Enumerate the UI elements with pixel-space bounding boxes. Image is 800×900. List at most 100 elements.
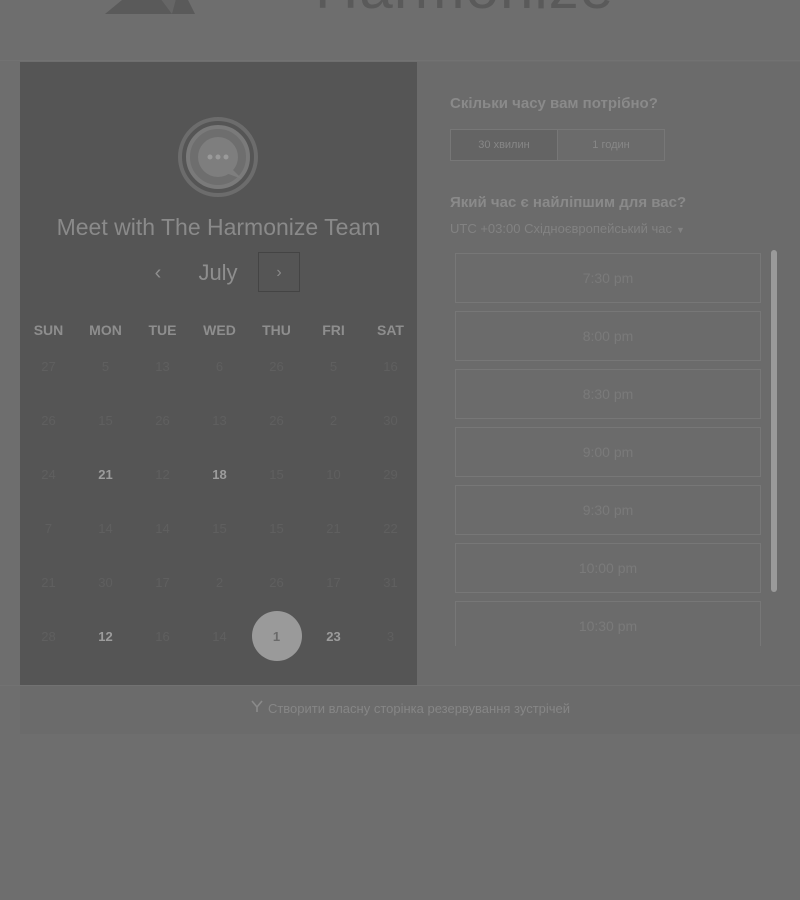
- calendar-day: 17: [134, 555, 191, 609]
- calendar-day: 24: [20, 447, 77, 501]
- calendar-day-number: 7: [44, 520, 53, 536]
- calendar-day: 3: [362, 609, 419, 663]
- calendar-day: 7: [20, 501, 77, 555]
- slot-list-scrollbar[interactable]: [771, 250, 777, 592]
- weekday-sun: SUN: [33, 322, 64, 338]
- calendar-day: 13: [134, 339, 191, 393]
- calendar-day-number: 26: [41, 412, 56, 428]
- time-slot-button[interactable]: 9:00 pm: [455, 427, 761, 477]
- calendar-day[interactable]: 18: [191, 447, 248, 501]
- calendar-day-number: 12: [155, 466, 170, 482]
- calendar-day-number: 13: [155, 358, 170, 374]
- logo-wordmark: Harmonize: [315, 0, 614, 18]
- calendar-day: 15: [191, 501, 248, 555]
- calendar-day: 26: [248, 555, 305, 609]
- calendar-day-number: 29: [383, 466, 398, 482]
- calendar-day-number: 16: [155, 628, 170, 644]
- calendar-day-number: 30: [98, 574, 113, 590]
- calendar-day-number: 2: [215, 574, 224, 590]
- calendar-day-number: 14: [155, 520, 170, 536]
- calendar-day: 2: [191, 555, 248, 609]
- calendar-day-number: 24: [41, 466, 56, 482]
- calendar-day[interactable]: 12: [77, 609, 134, 663]
- time-slot-button[interactable]: 10:30 pm: [455, 601, 761, 646]
- month-label: July: [198, 260, 238, 285]
- calendar-grid: 27 5 13 6 26 5 16 26 15 26 13 26 2 30 24 21 12 18 15 10 29 7 1…: [20, 339, 417, 663]
- calendar-day-number: 12: [98, 628, 113, 644]
- calendar-day: 29: [362, 447, 419, 501]
- calendar-day-number: 16: [383, 358, 398, 374]
- calendar-day-number: 18: [212, 466, 227, 482]
- calendar-day-selected[interactable]: 1: [248, 609, 305, 663]
- calendar-day-number: 13: [212, 412, 227, 428]
- calendar-day: 30: [362, 393, 419, 447]
- timezone-selector[interactable]: UTC +03:00 Східноєвропейський час ▼: [450, 221, 685, 236]
- calendar-day: 6: [191, 339, 248, 393]
- calendar-day-number: 10: [326, 466, 341, 482]
- time-slot-button[interactable]: 9:30 pm: [455, 485, 761, 535]
- calendar-day: 15: [77, 393, 134, 447]
- calendar-panel: Meet with The Harmonize Team ‹ July › SU…: [20, 62, 417, 685]
- calendar-day-number: 15: [269, 466, 284, 482]
- next-month-button[interactable]: ›: [258, 252, 300, 292]
- time-slot-button[interactable]: 8:30 pm: [455, 369, 761, 419]
- calendar-day[interactable]: 21: [77, 447, 134, 501]
- time-slot-button[interactable]: 10:00 pm: [455, 543, 761, 593]
- weekday-mon: MON: [89, 322, 122, 338]
- month-navigation: ‹ July ›: [20, 252, 417, 296]
- calendar-day-number: 15: [98, 412, 113, 428]
- calendar-day[interactable]: 23: [305, 609, 362, 663]
- calendar-day: 5: [77, 339, 134, 393]
- calendar-day: 14: [77, 501, 134, 555]
- calendar-day: 27: [20, 339, 77, 393]
- calendar-day-number: 3: [386, 628, 395, 644]
- time-slot-list: 7:30 pm 8:00 pm 8:30 pm 9:00 pm 9:30 pm 10:00…: [455, 253, 763, 646]
- prev-month-button[interactable]: ‹: [146, 252, 170, 294]
- weekday-thu: THU: [262, 322, 291, 338]
- timezone-label: UTC +03:00 Східноєвропейський час: [450, 221, 672, 236]
- weekday-tue: TUE: [148, 322, 177, 338]
- time-question: Який час є найліпшим для вас?: [450, 194, 687, 211]
- calendar-day: 14: [191, 609, 248, 663]
- calendar-day-number: 26: [155, 412, 170, 428]
- calendar-day: 21: [305, 501, 362, 555]
- calendar-day: 15: [248, 447, 305, 501]
- calendar-day-number: 14: [212, 628, 227, 644]
- time-slot-button[interactable]: 7:30 pm: [455, 253, 761, 303]
- create-page-link[interactable]: Створити власну сторінка резервування зу…: [20, 686, 800, 734]
- time-slot-button[interactable]: 8:00 pm: [455, 311, 761, 361]
- calendar-day-number: 6: [215, 358, 224, 374]
- calendar-day: 17: [305, 555, 362, 609]
- calendar-day: 26: [248, 393, 305, 447]
- calendar-day-number: 21: [98, 466, 113, 482]
- calendar-day: 16: [134, 609, 191, 663]
- duration-selector: 30 хвилин 1 годин: [450, 129, 665, 161]
- header-divider: [0, 60, 800, 61]
- weekday-sat: SAT: [377, 322, 404, 338]
- duration-option[interactable]: 1 годин: [557, 130, 664, 160]
- duration-option[interactable]: 30 хвилин: [451, 130, 557, 160]
- calendar-day: 26: [134, 393, 191, 447]
- calendar-day-number: 22: [383, 520, 398, 536]
- calendar-day-number: 31: [383, 574, 398, 590]
- calendar-day-number: 21: [41, 574, 56, 590]
- weekday-fri: FRI: [322, 322, 345, 338]
- logo-mark-icon: [105, 0, 195, 14]
- calendar-day-number: 17: [326, 574, 341, 590]
- calendar-day: 22: [362, 501, 419, 555]
- calendar-day: 14: [134, 501, 191, 555]
- calendar-day-number: 26: [269, 412, 284, 428]
- calendar-day: 15: [248, 501, 305, 555]
- calendar-day-number: 28: [41, 628, 56, 644]
- calendar-day-number: 21: [326, 520, 341, 536]
- weekday-wed: WED: [203, 322, 236, 338]
- calendar-day: 26: [20, 393, 77, 447]
- calendar-day-number: 17: [155, 574, 170, 590]
- weekday-header: SUN MON TUE WED THU FRI SAT: [20, 320, 417, 340]
- calendar-day: 31: [362, 555, 419, 609]
- calendar-title: Meet with The Harmonize Team: [56, 214, 381, 240]
- calendar-day-number: 30: [383, 412, 398, 428]
- calendar-day-number: 2: [329, 412, 338, 428]
- caret-down-icon: ▼: [675, 225, 685, 235]
- calendar-day-number: 5: [101, 358, 110, 374]
